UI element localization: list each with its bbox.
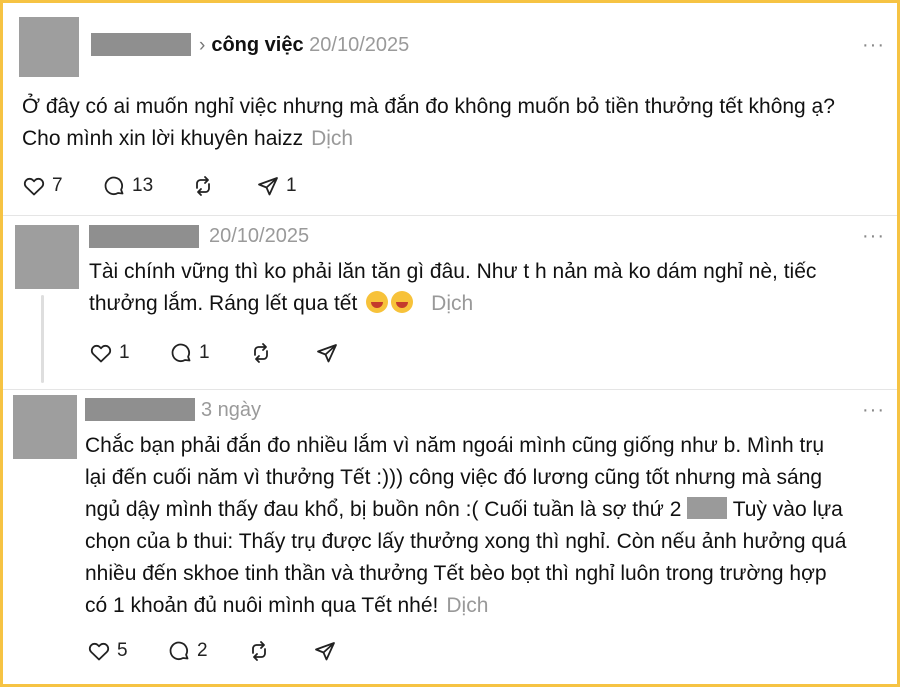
avatar[interactable] <box>13 395 77 459</box>
repost-icon <box>196 176 210 196</box>
post-line: Cho mình xin lời khuyên haizz <box>22 127 304 150</box>
translate-link[interactable]: Dịch <box>446 594 488 617</box>
avatar[interactable] <box>19 17 79 77</box>
more-options-icon[interactable]: ··· <box>862 225 885 248</box>
more-options-icon[interactable]: ··· <box>862 34 885 57</box>
repost-icon <box>254 343 268 363</box>
comment-count: 13 <box>132 175 154 196</box>
thread-line <box>41 295 44 383</box>
reply-date: 3 ngày <box>201 399 262 421</box>
reply-date: 20/10/2025 <box>209 225 310 247</box>
heart-icon <box>88 642 110 661</box>
comment-icon <box>171 343 191 363</box>
repost-button[interactable] <box>249 338 273 368</box>
username-redacted[interactable] <box>89 225 199 248</box>
comment-icon <box>104 176 124 196</box>
avatar[interactable] <box>15 225 79 289</box>
divider <box>3 215 897 216</box>
reply-line: ngủ dậy mình thấy đau khổ, bị buồn nôn :… <box>85 498 682 521</box>
post-header: › công việc 20/10/2025 <box>199 34 409 57</box>
send-icon <box>317 344 337 363</box>
translate-link[interactable]: Dịch <box>311 127 353 150</box>
like-button[interactable]: 5 <box>87 636 128 666</box>
comment-icon <box>169 641 189 661</box>
like-button[interactable]: 1 <box>89 338 130 368</box>
reply-line: chọn của b thui: Thấy trụ được lấy thưởn… <box>85 530 847 553</box>
username-redacted[interactable] <box>85 398 195 421</box>
share-button[interactable] <box>315 338 339 368</box>
chevron-right-icon: › <box>199 35 206 56</box>
comment-button[interactable]: 2 <box>167 636 208 666</box>
share-button[interactable] <box>313 636 337 666</box>
reply-line: nhiều đến skhoe tinh thần và thưởng Tết … <box>85 562 827 585</box>
thread-frame: › công việc 20/10/2025 ··· Ở đây có ai mu… <box>3 3 897 684</box>
reply-line: thưởng lắm. Ráng lết qua tết <box>89 292 358 315</box>
post-body: Ở đây có ai muốn nghỉ việc nhưng mà đắn … <box>22 91 835 155</box>
share-count: 1 <box>286 175 297 196</box>
reply-body: Tài chính vững thì ko phải lăn tăn gì đâ… <box>89 256 816 320</box>
post-actions: 7 13 1 <box>22 171 422 201</box>
send-icon <box>258 177 278 196</box>
like-count: 7 <box>52 175 63 196</box>
translate-link[interactable]: Dịch <box>431 292 473 315</box>
reply-line: Tuỳ vào lựa <box>732 498 843 521</box>
send-icon <box>315 642 335 661</box>
reply-line: lại đến cuối năm vì thưởng Tết :))) công… <box>85 466 823 489</box>
comment-count: 2 <box>197 640 208 661</box>
like-count: 5 <box>117 640 128 661</box>
laughing-emoji-icon <box>391 291 414 313</box>
comment-button[interactable]: 1 <box>169 338 210 368</box>
repost-button[interactable] <box>191 171 215 201</box>
repost-icon <box>252 641 266 661</box>
like-count: 1 <box>119 342 130 363</box>
post-date: 20/10/2025 <box>309 34 410 56</box>
laughing-emoji-icon <box>366 291 389 313</box>
comment-count: 1 <box>199 342 210 363</box>
emoji-redacted <box>687 497 728 519</box>
reply-body: Chắc bạn phải đắn đo nhiều lắm vì năm ng… <box>85 430 846 622</box>
like-button[interactable]: 7 <box>22 171 63 201</box>
topic-tag[interactable]: công việc <box>211 34 303 56</box>
reply-line: Chắc bạn phải đắn đo nhiều lắm vì năm ng… <box>85 434 825 457</box>
username-redacted[interactable] <box>91 33 191 56</box>
post-line: Ở đây có ai muốn nghỉ việc nhưng mà đắn … <box>22 95 835 118</box>
share-button[interactable]: 1 <box>256 171 297 201</box>
reply-actions: 5 2 <box>87 636 387 666</box>
reply-line: Tài chính vững thì ko phải lăn tăn gì đâ… <box>89 260 817 283</box>
heart-icon <box>23 177 45 196</box>
heart-icon <box>90 344 112 363</box>
more-options-icon[interactable]: ··· <box>862 399 885 422</box>
divider <box>3 389 897 390</box>
repost-button[interactable] <box>247 636 271 666</box>
comment-button[interactable]: 13 <box>102 171 153 201</box>
reply-line: có 1 khoản đủ nuôi mình qua Tết nhé! <box>85 594 439 617</box>
reply-actions: 1 1 <box>89 338 389 368</box>
